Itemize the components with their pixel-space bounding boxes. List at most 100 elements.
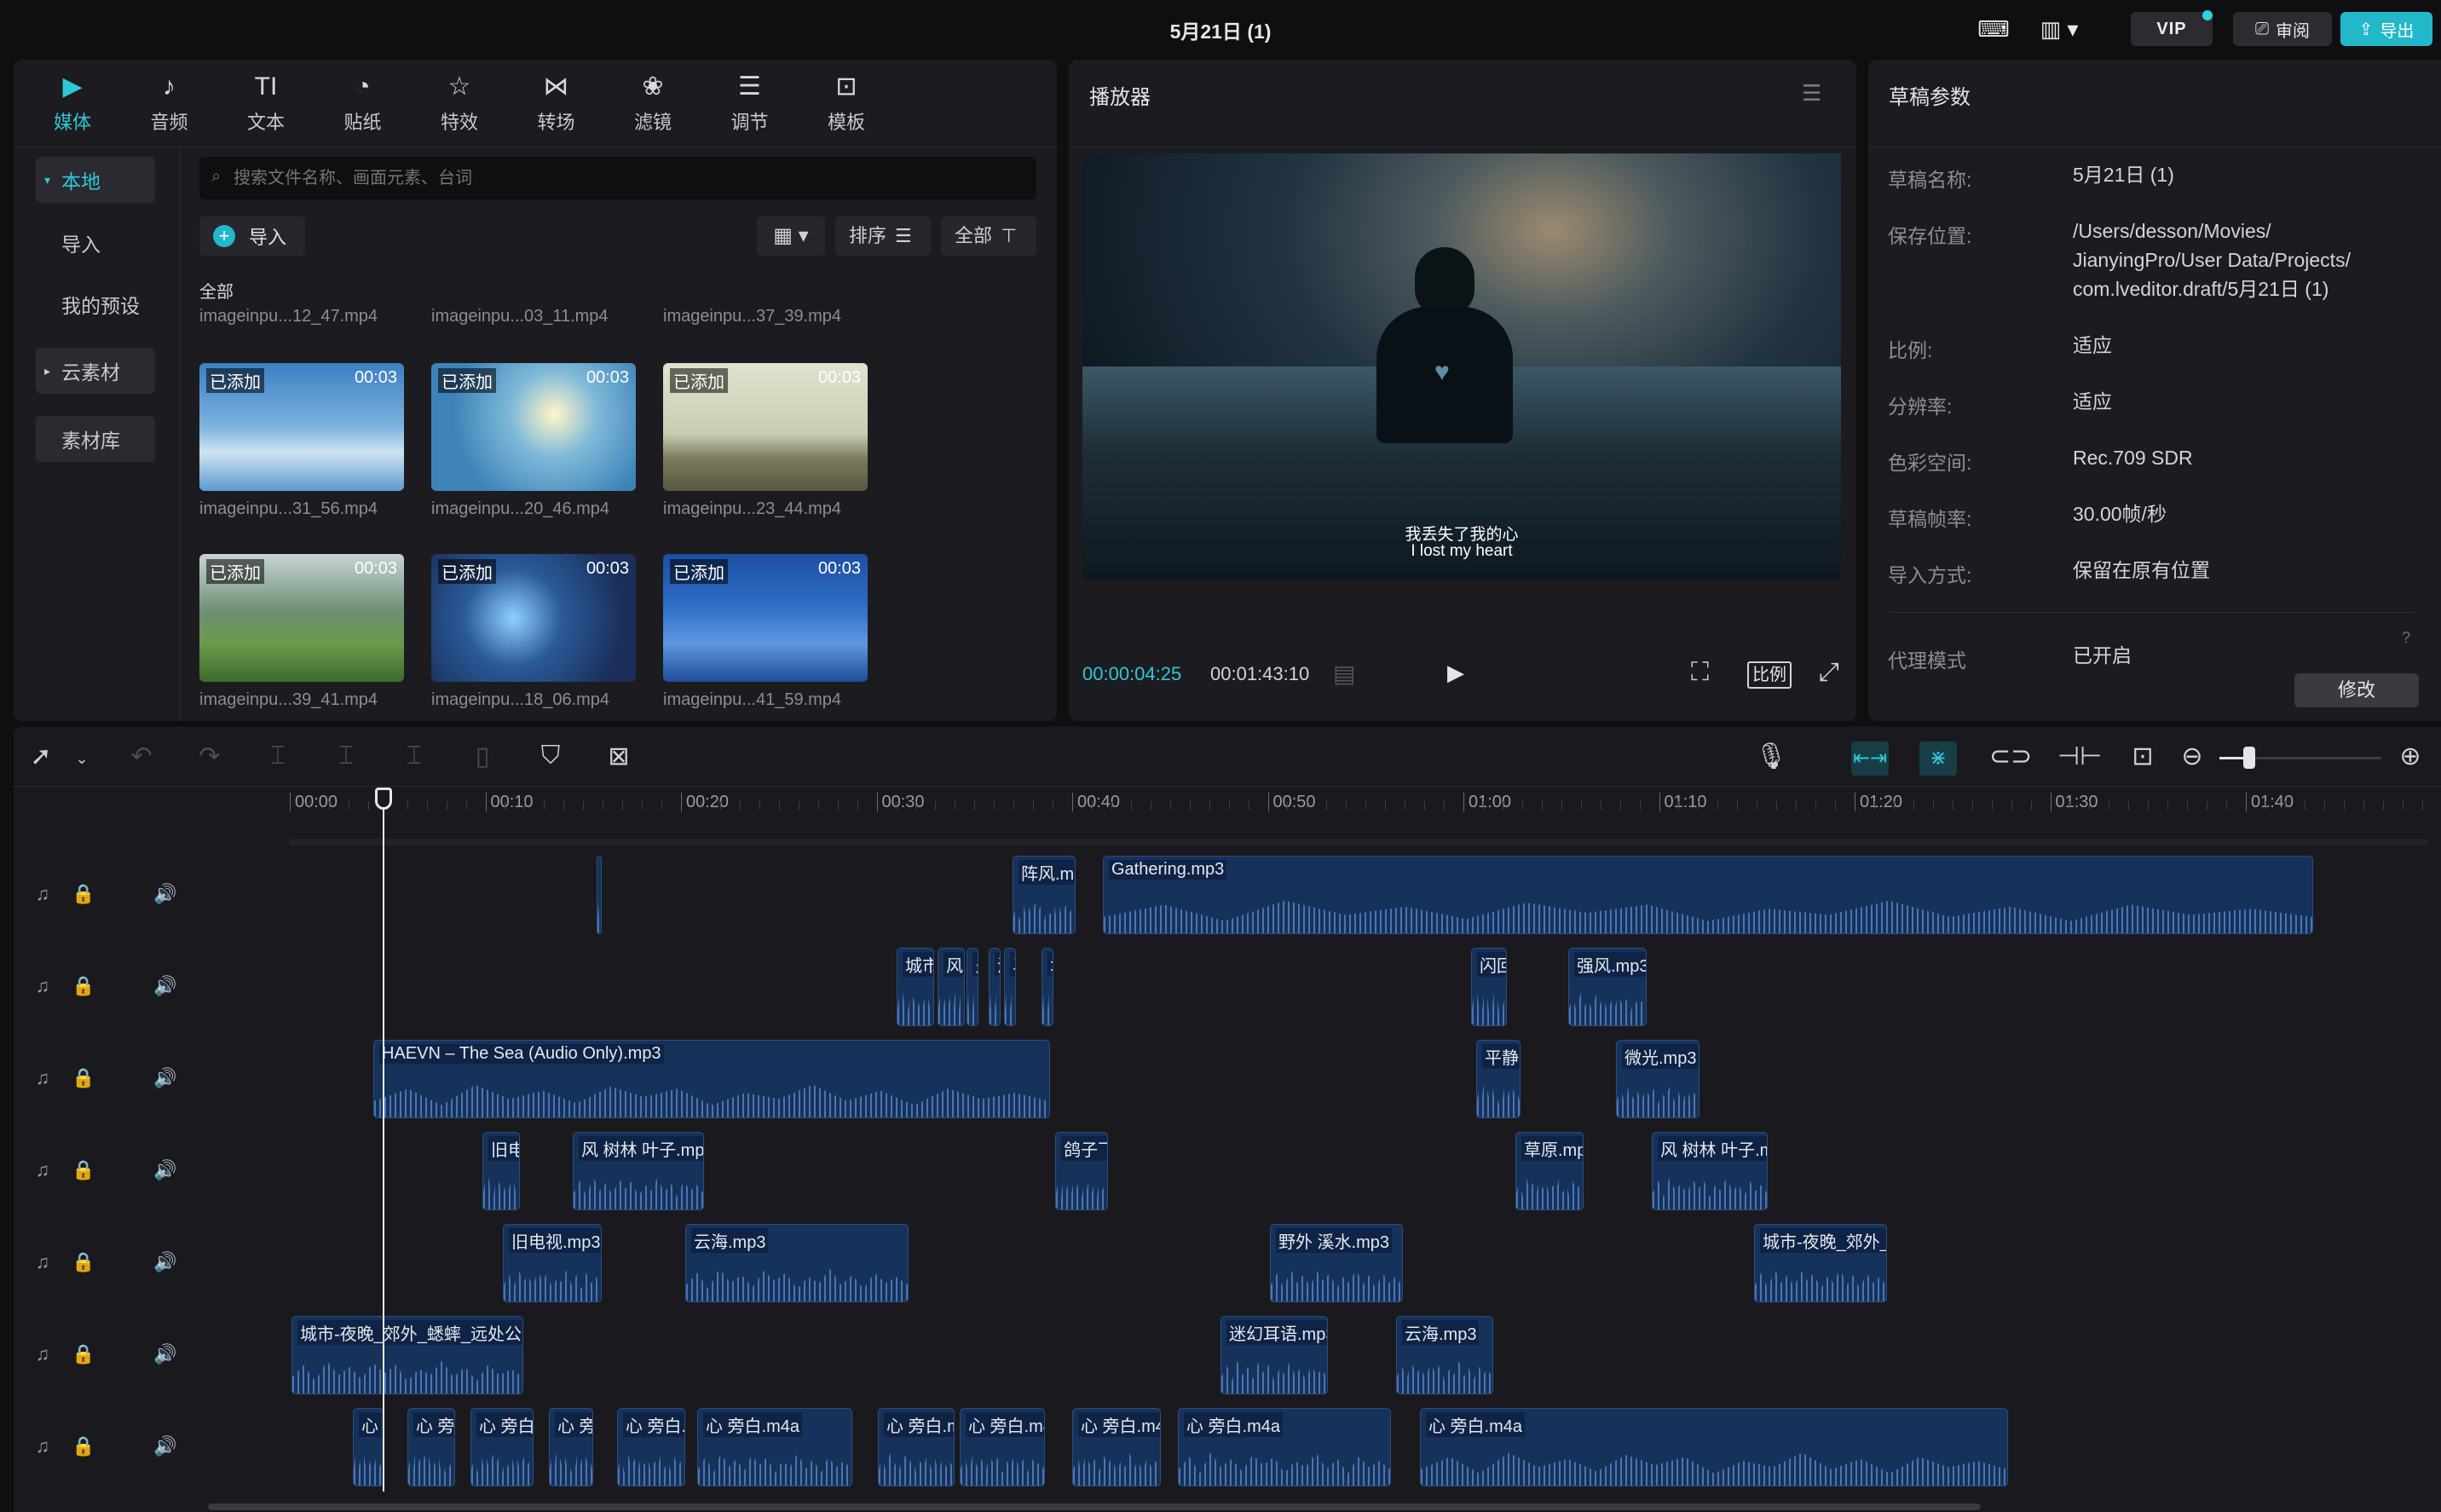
zoom-slider-handle[interactable]: [2243, 747, 2255, 769]
sidebar-item-4[interactable]: 素材库: [36, 416, 155, 462]
audio-clip[interactable]: 微光.mp3: [1616, 1040, 1699, 1118]
lock-icon[interactable]: 🔒: [63, 1159, 104, 1181]
undo-icon[interactable]: ↶: [124, 742, 159, 771]
zoom-fit-icon[interactable]: ⛶: [1691, 658, 1709, 687]
audio-track-icon[interactable]: ♫: [22, 883, 63, 905]
audio-clip[interactable]: 城市-夜晚_郊外_: [1754, 1224, 1887, 1302]
modify-button[interactable]: 修改: [2294, 673, 2419, 707]
tab-media[interactable]: ▶ 媒体: [34, 72, 111, 135]
audio-clip[interactable]: 强风.mp3: [1568, 948, 1647, 1026]
audio-track-icon[interactable]: ♫: [22, 1159, 63, 1181]
select-tool-icon[interactable]: ➚: [24, 742, 58, 771]
playhead-handle[interactable]: [375, 788, 392, 810]
video-preview[interactable]: ♥ 我丢失了我的心 I lost my heart: [1082, 153, 1841, 580]
media-search-box[interactable]: ⌕: [199, 157, 1036, 199]
mute-icon[interactable]: 🔊: [145, 975, 186, 997]
audio-clip[interactable]: 心 旁白.m4: [1072, 1408, 1161, 1486]
audio-clip[interactable]: 旧电: [482, 1132, 520, 1210]
media-search-input[interactable]: [234, 164, 1018, 193]
audio-clip[interactable]: HAEVN – The Sea (Audio Only).mp3: [373, 1040, 1050, 1118]
lock-icon[interactable]: 🔒: [63, 1067, 104, 1089]
marker-icon[interactable]: ⛉: [534, 742, 568, 770]
audio-track-icon[interactable]: ♫: [22, 975, 63, 997]
media-thumbnail[interactable]: 已添加 00:03: [663, 363, 868, 491]
zoom-in-icon[interactable]: ⊕: [2393, 742, 2427, 771]
media-thumbnail[interactable]: 已添加 00:03: [431, 554, 636, 682]
audio-clip[interactable]: 野外 溪水.mp3: [1270, 1224, 1403, 1302]
tab-transition[interactable]: ⋈ 转场: [518, 72, 595, 135]
play-icon[interactable]: ▶: [1447, 660, 1464, 686]
mute-icon[interactable]: 🔊: [145, 1343, 186, 1365]
mute-icon[interactable]: 🔊: [145, 1159, 186, 1181]
lock-icon[interactable]: 🔒: [63, 1343, 104, 1365]
audio-clip[interactable]: 城: [1042, 948, 1053, 1026]
auto-caption-icon[interactable]: ⊠: [602, 742, 636, 771]
sidebar-item-0[interactable]: ▾ 本地: [36, 157, 155, 203]
audio-clip[interactable]: 心 旁白.m4a: [697, 1408, 852, 1486]
export-button[interactable]: ⇪ 导出: [2340, 12, 2432, 46]
split-left-icon[interactable]: ⌶: [329, 742, 363, 770]
main-track-magnet-icon[interactable]: ⇤⇥: [1851, 742, 1889, 776]
media-thumbnail[interactable]: 已添加 00:03: [431, 363, 636, 491]
tab-template[interactable]: ⊡ 模板: [808, 72, 885, 135]
audio-clip[interactable]: 心 旁: [549, 1408, 593, 1486]
redo-icon[interactable]: ↷: [193, 742, 227, 771]
zoom-out-icon[interactable]: ⊖: [2175, 742, 2209, 771]
lock-icon[interactable]: 🔒: [63, 1435, 104, 1457]
audio-clip[interactable]: 心 旁白.m4a: [1420, 1408, 2008, 1486]
sidebar-item-3[interactable]: ▸ 云素材: [36, 348, 155, 394]
audio-clip[interactable]: 城市: [897, 948, 934, 1026]
audio-clip[interactable]: 城市-夜晚_郊外_蟋蟀_远处公路: [291, 1316, 523, 1394]
player-menu-icon[interactable]: ☰: [1802, 80, 1821, 107]
audio-clip[interactable]: [597, 856, 602, 934]
playhead[interactable]: [383, 788, 384, 1492]
mute-icon[interactable]: 🔊: [145, 883, 186, 905]
audio-clip[interactable]: 马: [1004, 948, 1016, 1026]
audio-clip[interactable]: 阵风.mp: [1013, 856, 1076, 934]
mute-icon[interactable]: 🔊: [145, 1067, 186, 1089]
layout-icon[interactable]: ▥ ▾: [2035, 12, 2083, 46]
audio-clip[interactable]: 汽: [989, 948, 1001, 1026]
tab-effects[interactable]: ☆ 特效: [421, 72, 498, 135]
split-icon[interactable]: ⌶: [261, 742, 295, 770]
fullscreen-icon[interactable]: ⤢: [1819, 658, 1839, 687]
review-button[interactable]: ⎚ 审阅: [2233, 12, 2332, 46]
sort-button[interactable]: 排序 ☰: [835, 216, 931, 256]
timeline-list-icon[interactable]: ▤: [1333, 660, 1355, 688]
audio-clip[interactable]: 迷幻耳语.mp3: [1220, 1316, 1328, 1394]
sidebar-item-2[interactable]: 我的预设: [36, 281, 155, 327]
delete-icon[interactable]: ▯: [465, 742, 499, 771]
chevron-down-icon[interactable]: ⌄: [65, 750, 99, 768]
audio-clip[interactable]: 心 旁白.m: [617, 1408, 685, 1486]
audio-clip[interactable]: 平静: [1476, 1040, 1521, 1118]
audio-clip[interactable]: 草原.mp: [1515, 1132, 1584, 1210]
audio-clip[interactable]: 鸽子飞: [1055, 1132, 1108, 1210]
audio-clip[interactable]: 云海.mp3: [685, 1224, 909, 1302]
media-thumbnail[interactable]: 已添加 00:03: [199, 554, 404, 682]
audio-clip[interactable]: 闪回: [1471, 948, 1507, 1026]
view-mode-button[interactable]: ▦ ▾: [757, 216, 825, 256]
sidebar-item-1[interactable]: 导入: [36, 220, 155, 266]
tab-text[interactable]: TI 文本: [228, 72, 304, 135]
lock-icon[interactable]: 🔒: [63, 883, 104, 905]
audio-clip[interactable]: 风 树林 叶子.mp: [573, 1132, 704, 1210]
audio-clip[interactable]: 云海.mp3: [1396, 1316, 1493, 1394]
audio-clip[interactable]: 旧电视.mp3: [503, 1224, 602, 1302]
ratio-button[interactable]: 比例: [1747, 661, 1792, 689]
preview-axis-icon[interactable]: ⊣⊢: [2057, 742, 2102, 771]
audio-track-icon[interactable]: ♫: [22, 1251, 63, 1273]
vip-button[interactable]: VIP: [2131, 12, 2213, 46]
audio-clip[interactable]: 风: [938, 948, 965, 1026]
auto-snap-icon[interactable]: ⋇: [1919, 742, 1957, 776]
lock-icon[interactable]: 🔒: [63, 975, 104, 997]
media-thumbnail[interactable]: 已添加 00:03: [199, 363, 404, 491]
audio-clip[interactable]: Gathering.mp3: [1103, 856, 2313, 934]
audio-clip[interactable]: 心 旁: [407, 1408, 455, 1486]
audio-clip[interactable]: 风 树林 叶子.m: [1652, 1132, 1768, 1210]
filter-button[interactable]: 全部 ⊤: [941, 216, 1036, 256]
audio-track-icon[interactable]: ♫: [22, 1435, 63, 1457]
audio-clip[interactable]: 心: [353, 1408, 384, 1486]
audio-clip[interactable]: 心 旁白.: [470, 1408, 534, 1486]
tab-sticker[interactable]: ◔ 贴纸: [325, 72, 401, 135]
split-right-icon[interactable]: ⌶: [397, 742, 431, 770]
